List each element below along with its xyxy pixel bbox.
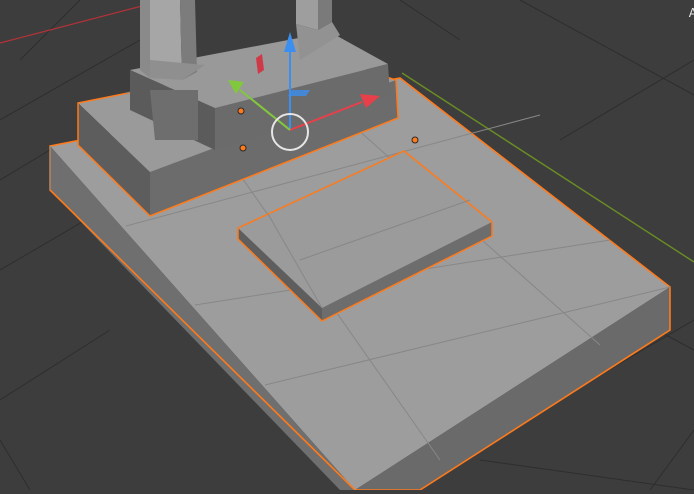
corner-label: A: [688, 6, 694, 20]
3d-viewport[interactable]: A: [0, 0, 694, 491]
